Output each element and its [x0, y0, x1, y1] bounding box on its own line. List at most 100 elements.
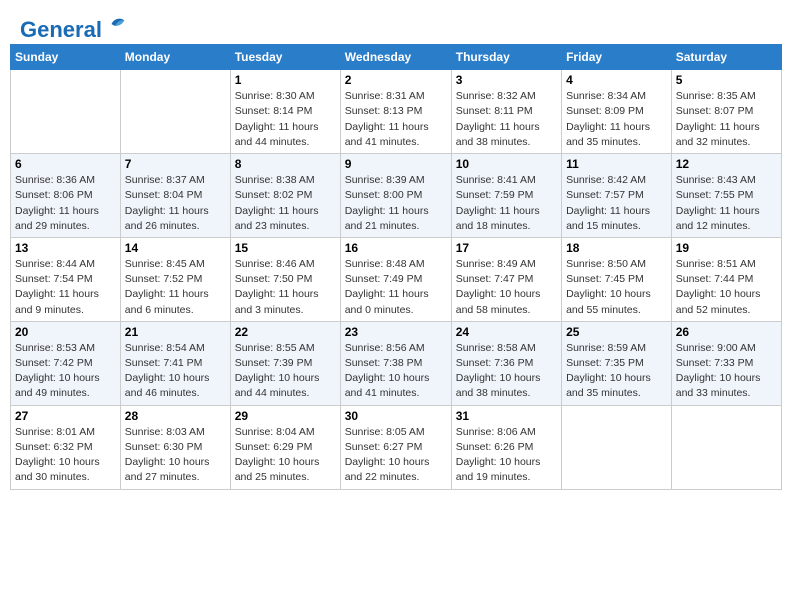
day-number: 20 — [15, 325, 116, 339]
calendar-cell: 10Sunrise: 8:41 AM Sunset: 7:59 PM Dayli… — [451, 154, 561, 238]
calendar-week-row: 20 Sunrise: 8:53 AM Sunset: 7:42 PM Dayli… — [11, 321, 782, 405]
day-info: Sunrise: 8:36 AM Sunset: 8:06 PM Dayligh… — [15, 173, 116, 234]
day-number: 28 — [125, 409, 226, 423]
day-info: Sunrise: 8:46 AM Sunset: 7:50 PM Dayligh… — [235, 257, 336, 318]
calendar-cell: 25 Sunrise: 8:59 AM Sunset: 7:35 PM Dayli… — [562, 321, 672, 405]
day-number: 14 — [125, 241, 226, 255]
day-info: Sunrise: 8:41 AM Sunset: 7:59 PM Dayligh… — [456, 173, 557, 234]
calendar-cell: 5Sunrise: 8:35 AM Sunset: 8:07 PM Daylig… — [671, 70, 781, 154]
day-number: 25 — [566, 325, 667, 339]
day-info: Sunrise: 9:00 AM Sunset: 7:33 PM Dayligh… — [676, 341, 777, 402]
calendar-week-row: 6 Sunrise: 8:36 AM Sunset: 8:06 PM Daylig… — [11, 154, 782, 238]
calendar-cell: 30 Sunrise: 8:05 AM Sunset: 6:27 PM Dayli… — [340, 405, 451, 489]
day-number: 21 — [125, 325, 226, 339]
col-header-tuesday: Tuesday — [230, 45, 340, 70]
day-number: 23 — [345, 325, 447, 339]
calendar-cell: 18 Sunrise: 8:50 AM Sunset: 7:45 PM Dayli… — [562, 237, 672, 321]
day-info: Sunrise: 8:05 AM Sunset: 6:27 PM Dayligh… — [345, 425, 447, 486]
calendar-week-row: 27 Sunrise: 8:01 AM Sunset: 6:32 PM Dayli… — [11, 405, 782, 489]
day-number: 11 — [566, 157, 667, 171]
day-info: Sunrise: 8:45 AM Sunset: 7:52 PM Dayligh… — [125, 257, 226, 318]
logo-text: General — [20, 18, 102, 42]
calendar-header-row: SundayMondayTuesdayWednesdayThursdayFrid… — [11, 45, 782, 70]
day-info: Sunrise: 8:49 AM Sunset: 7:47 PM Dayligh… — [456, 257, 557, 318]
calendar-cell: 20 Sunrise: 8:53 AM Sunset: 7:42 PM Dayli… — [11, 321, 121, 405]
calendar-cell: 13Sunrise: 8:44 AM Sunset: 7:54 PM Dayli… — [11, 237, 121, 321]
day-number: 30 — [345, 409, 447, 423]
calendar-cell: 29Sunrise: 8:04 AM Sunset: 6:29 PM Dayli… — [230, 405, 340, 489]
calendar-cell: 24 Sunrise: 8:58 AM Sunset: 7:36 PM Dayli… — [451, 321, 561, 405]
day-number: 6 — [15, 157, 116, 171]
calendar-week-row: 13Sunrise: 8:44 AM Sunset: 7:54 PM Dayli… — [11, 237, 782, 321]
day-number: 26 — [676, 325, 777, 339]
calendar-cell — [671, 405, 781, 489]
col-header-sunday: Sunday — [11, 45, 121, 70]
day-info: Sunrise: 8:48 AM Sunset: 7:49 PM Dayligh… — [345, 257, 447, 318]
day-info: Sunrise: 8:55 AM Sunset: 7:39 PM Dayligh… — [235, 341, 336, 402]
col-header-monday: Monday — [120, 45, 230, 70]
day-info: Sunrise: 8:54 AM Sunset: 7:41 PM Dayligh… — [125, 341, 226, 402]
calendar-cell: 4 Sunrise: 8:34 AM Sunset: 8:09 PM Daylig… — [562, 70, 672, 154]
day-number: 4 — [566, 73, 667, 87]
calendar-cell: 17 Sunrise: 8:49 AM Sunset: 7:47 PM Dayli… — [451, 237, 561, 321]
day-number: 1 — [235, 73, 336, 87]
day-number: 22 — [235, 325, 336, 339]
day-info: Sunrise: 8:59 AM Sunset: 7:35 PM Dayligh… — [566, 341, 667, 402]
day-info: Sunrise: 8:50 AM Sunset: 7:45 PM Dayligh… — [566, 257, 667, 318]
day-number: 18 — [566, 241, 667, 255]
calendar-cell: 9 Sunrise: 8:39 AM Sunset: 8:00 PM Daylig… — [340, 154, 451, 238]
calendar-table: SundayMondayTuesdayWednesdayThursdayFrid… — [10, 44, 782, 489]
calendar-week-row: 1 Sunrise: 8:30 AM Sunset: 8:14 PM Daylig… — [11, 70, 782, 154]
day-info: Sunrise: 8:51 AM Sunset: 7:44 PM Dayligh… — [676, 257, 777, 318]
day-number: 8 — [235, 157, 336, 171]
logo: General — [20, 18, 128, 38]
calendar-cell: 12 Sunrise: 8:43 AM Sunset: 7:55 PM Dayli… — [671, 154, 781, 238]
calendar-cell: 2 Sunrise: 8:31 AM Sunset: 8:13 PM Daylig… — [340, 70, 451, 154]
day-number: 2 — [345, 73, 447, 87]
day-number: 15 — [235, 241, 336, 255]
day-number: 16 — [345, 241, 447, 255]
calendar-cell: 8 Sunrise: 8:38 AM Sunset: 8:02 PM Daylig… — [230, 154, 340, 238]
calendar-cell: 28Sunrise: 8:03 AM Sunset: 6:30 PM Dayli… — [120, 405, 230, 489]
calendar-cell: 21 Sunrise: 8:54 AM Sunset: 7:41 PM Dayli… — [120, 321, 230, 405]
day-info: Sunrise: 8:35 AM Sunset: 8:07 PM Dayligh… — [676, 89, 777, 150]
calendar-cell: 27 Sunrise: 8:01 AM Sunset: 6:32 PM Dayli… — [11, 405, 121, 489]
day-info: Sunrise: 8:39 AM Sunset: 8:00 PM Dayligh… — [345, 173, 447, 234]
day-info: Sunrise: 8:58 AM Sunset: 7:36 PM Dayligh… — [456, 341, 557, 402]
page-header: General — [10, 10, 782, 44]
calendar-cell: 11 Sunrise: 8:42 AM Sunset: 7:57 PM Dayli… — [562, 154, 672, 238]
day-info: Sunrise: 8:53 AM Sunset: 7:42 PM Dayligh… — [15, 341, 116, 402]
col-header-friday: Friday — [562, 45, 672, 70]
calendar-cell: 16 Sunrise: 8:48 AM Sunset: 7:49 PM Dayli… — [340, 237, 451, 321]
logo-bird-icon — [106, 15, 128, 42]
day-number: 24 — [456, 325, 557, 339]
calendar-cell — [120, 70, 230, 154]
calendar-cell: 6 Sunrise: 8:36 AM Sunset: 8:06 PM Daylig… — [11, 154, 121, 238]
calendar-cell: 19 Sunrise: 8:51 AM Sunset: 7:44 PM Dayli… — [671, 237, 781, 321]
calendar-cell — [562, 405, 672, 489]
day-info: Sunrise: 8:01 AM Sunset: 6:32 PM Dayligh… — [15, 425, 116, 486]
day-info: Sunrise: 8:38 AM Sunset: 8:02 PM Dayligh… — [235, 173, 336, 234]
col-header-saturday: Saturday — [671, 45, 781, 70]
day-info: Sunrise: 8:06 AM Sunset: 6:26 PM Dayligh… — [456, 425, 557, 486]
col-header-wednesday: Wednesday — [340, 45, 451, 70]
day-number: 12 — [676, 157, 777, 171]
day-info: Sunrise: 8:32 AM Sunset: 8:11 PM Dayligh… — [456, 89, 557, 150]
calendar-cell: 1 Sunrise: 8:30 AM Sunset: 8:14 PM Daylig… — [230, 70, 340, 154]
day-info: Sunrise: 8:44 AM Sunset: 7:54 PM Dayligh… — [15, 257, 116, 318]
calendar-cell: 7Sunrise: 8:37 AM Sunset: 8:04 PM Daylig… — [120, 154, 230, 238]
day-number: 19 — [676, 241, 777, 255]
day-info: Sunrise: 8:34 AM Sunset: 8:09 PM Dayligh… — [566, 89, 667, 150]
day-number: 27 — [15, 409, 116, 423]
day-info: Sunrise: 8:43 AM Sunset: 7:55 PM Dayligh… — [676, 173, 777, 234]
day-number: 17 — [456, 241, 557, 255]
day-number: 7 — [125, 157, 226, 171]
day-info: Sunrise: 8:31 AM Sunset: 8:13 PM Dayligh… — [345, 89, 447, 150]
day-info: Sunrise: 8:42 AM Sunset: 7:57 PM Dayligh… — [566, 173, 667, 234]
day-info: Sunrise: 8:30 AM Sunset: 8:14 PM Dayligh… — [235, 89, 336, 150]
day-info: Sunrise: 8:56 AM Sunset: 7:38 PM Dayligh… — [345, 341, 447, 402]
calendar-cell: 14 Sunrise: 8:45 AM Sunset: 7:52 PM Dayli… — [120, 237, 230, 321]
calendar-cell: 23 Sunrise: 8:56 AM Sunset: 7:38 PM Dayli… — [340, 321, 451, 405]
day-number: 9 — [345, 157, 447, 171]
calendar-cell: 22 Sunrise: 8:55 AM Sunset: 7:39 PM Dayli… — [230, 321, 340, 405]
